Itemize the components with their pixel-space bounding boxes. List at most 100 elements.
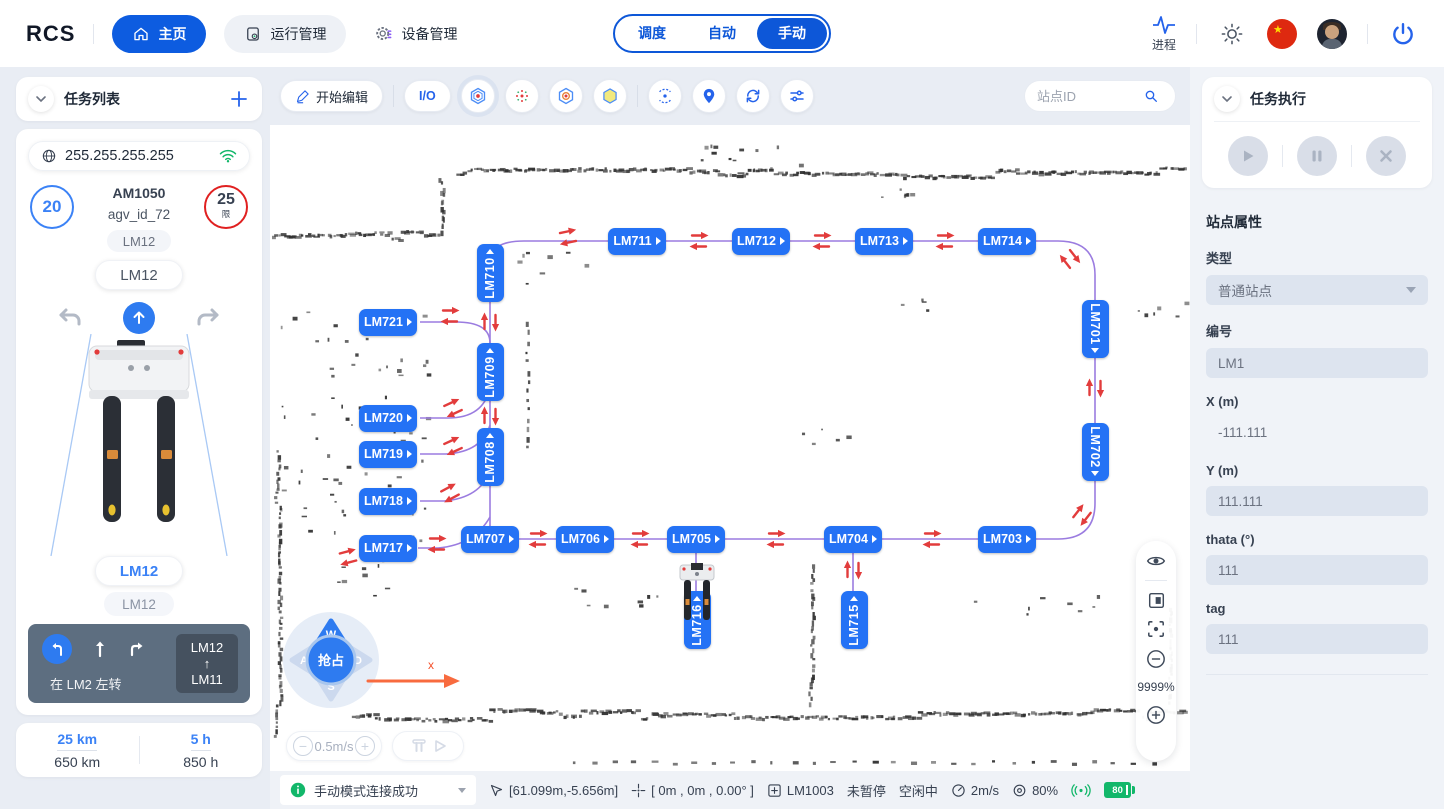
layer-zone-button[interactable]	[593, 79, 627, 113]
field-value[interactable]: 111	[1206, 555, 1428, 585]
redo-arrow-icon[interactable]	[195, 306, 221, 330]
mode-auto[interactable]: 自动	[687, 18, 757, 49]
distance-current: 25 km	[57, 731, 97, 751]
limit-ring: 25限	[204, 185, 248, 229]
power-button[interactable]	[1388, 19, 1418, 49]
forklift-view	[28, 334, 250, 556]
station-pill: LM12	[95, 260, 183, 290]
process-button[interactable]: 进程	[1152, 15, 1176, 53]
station-lm703[interactable]: LM703	[978, 526, 1036, 553]
add-task-button[interactable]	[228, 88, 250, 110]
undo-arrow-icon[interactable]	[57, 306, 83, 330]
waveform-icon	[1152, 15, 1176, 35]
io-button[interactable]: I/O	[404, 80, 451, 112]
station-lm720[interactable]: LM720	[359, 405, 417, 432]
station-lm714[interactable]: LM714	[978, 228, 1036, 255]
station-label: LM703	[983, 532, 1022, 546]
station-lm713[interactable]: LM713	[855, 228, 913, 255]
station-lm711[interactable]: LM711	[608, 228, 666, 255]
station-lm704[interactable]: LM704	[824, 526, 882, 553]
speed-value: 0.5m/s	[314, 739, 353, 754]
nav-operations[interactable]: 运行管理	[224, 15, 346, 53]
agv-ip-row[interactable]: 255.255.255.255	[28, 141, 250, 171]
field-value[interactable]: 普通站点	[1206, 275, 1428, 305]
agv-card: 255.255.255.255 20 AM1050 agv_id_72 LM12…	[16, 129, 262, 715]
fork-icon	[411, 739, 427, 753]
theme-sun-button[interactable]	[1217, 19, 1247, 49]
zoom-in-button[interactable]	[1146, 705, 1166, 725]
speed-plus-button[interactable]: +	[355, 736, 375, 756]
io-label: I/O	[419, 89, 436, 103]
tune-sliders-icon	[788, 87, 806, 105]
speed-value: 20	[43, 197, 62, 217]
direction-triangle-icon	[407, 497, 412, 505]
zoom-out-button[interactable]	[1146, 649, 1166, 669]
nav-devices[interactable]: 设备管理	[364, 15, 467, 53]
current-station-value: LM1003	[787, 783, 834, 798]
field-label: tag	[1206, 601, 1428, 616]
station-lm712[interactable]: LM712	[732, 228, 790, 255]
minimap-button[interactable]	[1148, 592, 1165, 609]
station-lm715[interactable]: LM715	[841, 591, 868, 649]
station-lm717[interactable]: LM717	[359, 535, 417, 562]
station-lm721[interactable]: LM721	[359, 309, 417, 336]
hours-total: 850 h	[183, 754, 218, 770]
mode-manual[interactable]: 手动	[757, 18, 827, 49]
start-edit-label: 开始编辑	[316, 87, 368, 106]
agv-id: agv_id_72	[108, 207, 170, 222]
visibility-eye-button[interactable]	[1146, 553, 1166, 569]
direction-triangle-icon	[486, 433, 494, 438]
station-label: LM715	[847, 604, 861, 645]
start-edit-button[interactable]: 开始编辑	[280, 80, 383, 112]
speed-minus-button[interactable]: −	[293, 736, 313, 756]
search-icon[interactable]	[1143, 88, 1159, 104]
direction-triangle-icon	[509, 535, 514, 543]
station-lm710[interactable]: LM710	[477, 244, 504, 302]
cancel-task-button[interactable]	[1366, 136, 1406, 176]
agv-model: AM1050	[113, 185, 166, 201]
station-label: LM705	[672, 532, 711, 546]
map-robot-icon[interactable]	[675, 563, 719, 627]
station-lm707[interactable]: LM707	[461, 526, 519, 553]
filter-button[interactable]	[780, 79, 814, 113]
mode-dispatch[interactable]: 调度	[617, 18, 687, 49]
divider	[1351, 145, 1352, 167]
refresh-button[interactable]	[736, 79, 770, 113]
station-lm706[interactable]: LM706	[556, 526, 614, 553]
station-lm701[interactable]: LM701	[1082, 300, 1109, 358]
field-label: 类型	[1206, 248, 1428, 267]
confidence-value: 80%	[1032, 783, 1058, 798]
station-lm702[interactable]: LM702	[1082, 423, 1109, 481]
layer-station-button[interactable]	[461, 79, 495, 113]
status-message-select[interactable]: 手动模式连接成功	[280, 775, 476, 805]
collapse-task-list-button[interactable]	[28, 86, 54, 112]
crosshair-icon	[631, 783, 646, 798]
station-lm709[interactable]: LM709	[477, 343, 504, 401]
divider	[393, 85, 394, 107]
field-value[interactable]: 111.111	[1206, 486, 1428, 516]
speed-status: 2m/s	[951, 783, 999, 798]
station-search-input[interactable]	[1037, 89, 1137, 104]
station-lm719[interactable]: LM719	[359, 441, 417, 468]
collapse-task-exec-button[interactable]	[1214, 86, 1240, 112]
station-search	[1024, 80, 1176, 112]
layer-target-button[interactable]	[549, 79, 583, 113]
lidar-button[interactable]	[648, 79, 682, 113]
layer-pointcloud-button[interactable]	[505, 79, 539, 113]
user-avatar[interactable]	[1317, 19, 1347, 49]
station-lm708[interactable]: LM708	[477, 428, 504, 486]
field-value[interactable]: LM1	[1206, 348, 1428, 378]
station-lm718[interactable]: LM718	[359, 488, 417, 515]
play-task-button[interactable]	[1228, 136, 1268, 176]
station-lm705[interactable]: LM705	[667, 526, 725, 553]
map-canvas[interactable]: LM711 LM712 LM713 LM714 LM710 LM721 LM709 LM720…	[270, 125, 1190, 771]
center-focus-button[interactable]	[1147, 620, 1165, 638]
locate-button[interactable]	[692, 79, 726, 113]
field-value[interactable]: 111	[1206, 624, 1428, 654]
language-flag-button[interactable]: ★	[1267, 19, 1297, 49]
direction-triangle-icon	[850, 596, 858, 601]
forward-button[interactable]	[123, 302, 155, 334]
fork-control[interactable]	[392, 731, 464, 761]
pause-task-button[interactable]	[1297, 136, 1337, 176]
nav-home[interactable]: 主页	[112, 15, 206, 53]
